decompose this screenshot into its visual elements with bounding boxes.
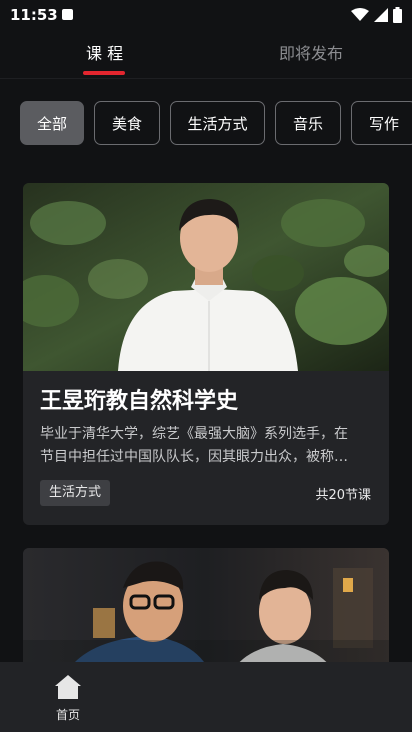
category-chip-music[interactable]: 音乐 (275, 101, 341, 145)
app-notification-icon (62, 9, 73, 20)
course-card[interactable]: 王昱珩教自然科学史 毕业于清华大学，综艺《最强大脑》系列选手，在 节目中担任过中… (23, 183, 389, 525)
course-category-tag: 生活方式 (40, 480, 111, 506)
tab-coming-soon[interactable]: 即将发布 (279, 40, 343, 64)
category-filter: 全部 美食 生活方式 音乐 写作 (20, 101, 412, 147)
battery-icon (393, 7, 402, 23)
course-title: 王昱珩教自然科学史 (40, 389, 239, 414)
nav-home-button[interactable]: 首页 (48, 674, 88, 726)
nav-home-label: 首页 (55, 708, 80, 722)
course-description-line: 毕业于清华大学，综艺《最强大脑》系列选手，在 (40, 426, 348, 442)
category-chip-all[interactable]: 全部 (20, 101, 84, 145)
course-lesson-count: 共20节课 (315, 488, 371, 503)
home-icon (55, 675, 81, 699)
bottom-navigation: 首页 (0, 662, 412, 732)
signal-icon (374, 8, 388, 22)
tab-courses[interactable]: 课 程 (86, 40, 123, 64)
course-cover-image (23, 183, 389, 371)
course-card[interactable] (23, 548, 389, 678)
course-description: 毕业于清华大学，综艺《最强大脑》系列选手，在 节目中担任过中国队队长，因其眼力出… (40, 423, 372, 469)
course-cover-image (23, 548, 389, 678)
wifi-icon (351, 8, 369, 21)
top-tabs: 课 程 即将发布 (0, 30, 412, 79)
active-tab-indicator (83, 71, 125, 75)
status-time: 11:53 (10, 6, 58, 24)
status-icons (351, 7, 402, 23)
course-description-line: 节目中担任过中国队队长，因其眼力出众，被称… (40, 449, 348, 465)
category-chip-food[interactable]: 美食 (94, 101, 160, 145)
status-bar: 11:53 (0, 0, 412, 30)
category-chip-writing[interactable]: 写作 (351, 101, 412, 145)
category-chip-lifestyle[interactable]: 生活方式 (170, 101, 265, 145)
